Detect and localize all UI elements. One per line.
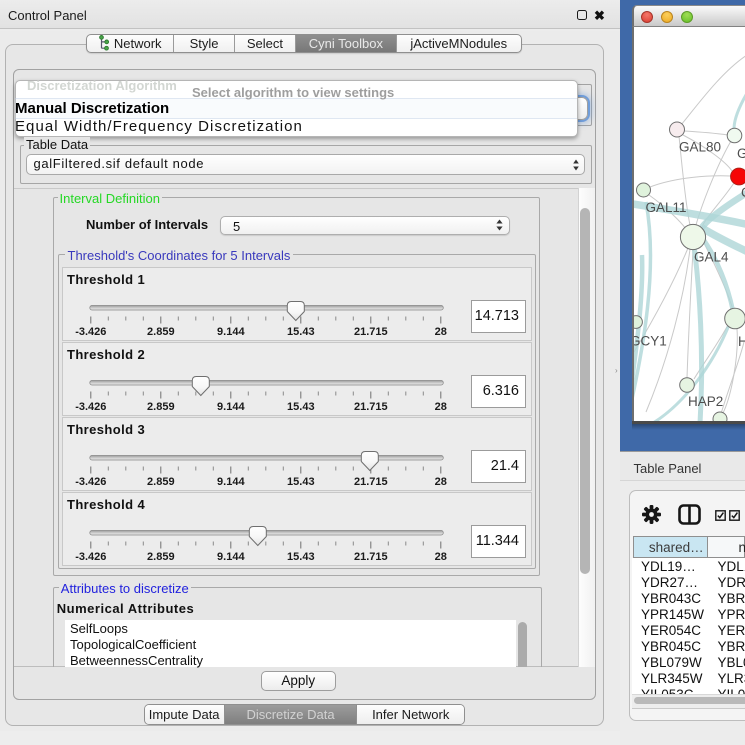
svg-text:15.43: 15.43 [287,326,315,338]
svg-text:28: 28 [435,326,447,338]
svg-text:-3.426: -3.426 [75,551,106,563]
svg-text:28: 28 [435,551,447,563]
svg-text:2.859: 2.859 [147,326,175,338]
svg-text:H: H [738,334,745,349]
svg-text:9.144: 9.144 [217,401,245,413]
svg-text:15.43: 15.43 [287,476,315,488]
svg-text:GAL11: GAL11 [646,200,687,215]
svg-text:28: 28 [435,476,447,488]
svg-text:9.144: 9.144 [217,326,245,338]
svg-text:21.715: 21.715 [354,326,388,338]
svg-text:-3.426: -3.426 [75,476,106,488]
svg-text:-3.426: -3.426 [75,401,106,413]
svg-text:-3.426: -3.426 [75,326,106,338]
svg-text:15.43: 15.43 [287,401,315,413]
svg-text:HAP2: HAP2 [688,394,723,409]
svg-text:2.859: 2.859 [147,551,175,563]
svg-text:GAL4: GAL4 [694,250,729,265]
svg-text:15.43: 15.43 [287,551,315,563]
svg-text:GA: GA [737,146,745,161]
svg-text:9.144: 9.144 [217,476,245,488]
svg-text:28: 28 [435,401,447,413]
svg-text:2.859: 2.859 [147,476,175,488]
svg-text:GCY1: GCY1 [634,334,667,349]
svg-text:21.715: 21.715 [354,476,388,488]
svg-text:C: C [741,185,745,200]
svg-text:21.715: 21.715 [354,401,388,413]
svg-text:GAL80: GAL80 [679,140,721,155]
svg-text:2.859: 2.859 [147,401,175,413]
svg-text:21.715: 21.715 [354,551,388,563]
svg-text:9.144: 9.144 [217,551,245,563]
